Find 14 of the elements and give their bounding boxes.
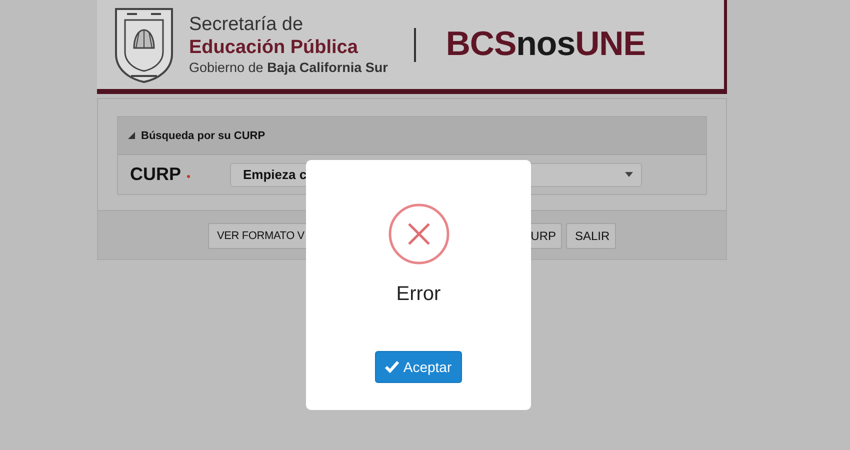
accept-button[interactable]: Aceptar <box>375 351 462 383</box>
action-button[interactable]: SALIR <box>566 223 616 249</box>
brand-logo: BCSnosUNE <box>446 25 646 64</box>
section-header[interactable]: Búsqueda por su CURP <box>118 117 706 155</box>
agency-name: Educación Pública <box>189 37 359 59</box>
government-name: Gobierno de Baja California Sur <box>189 60 388 75</box>
field-label: CURP <box>130 164 182 185</box>
check-icon <box>385 361 400 373</box>
shield-emblem-icon <box>113 6 175 84</box>
caret-icon <box>625 172 634 177</box>
dialog-title: Error <box>396 283 441 306</box>
section-title: Búsqueda por su CURP <box>141 130 266 142</box>
error-icon <box>388 203 450 265</box>
agency-name: Secretaría de <box>189 14 304 36</box>
